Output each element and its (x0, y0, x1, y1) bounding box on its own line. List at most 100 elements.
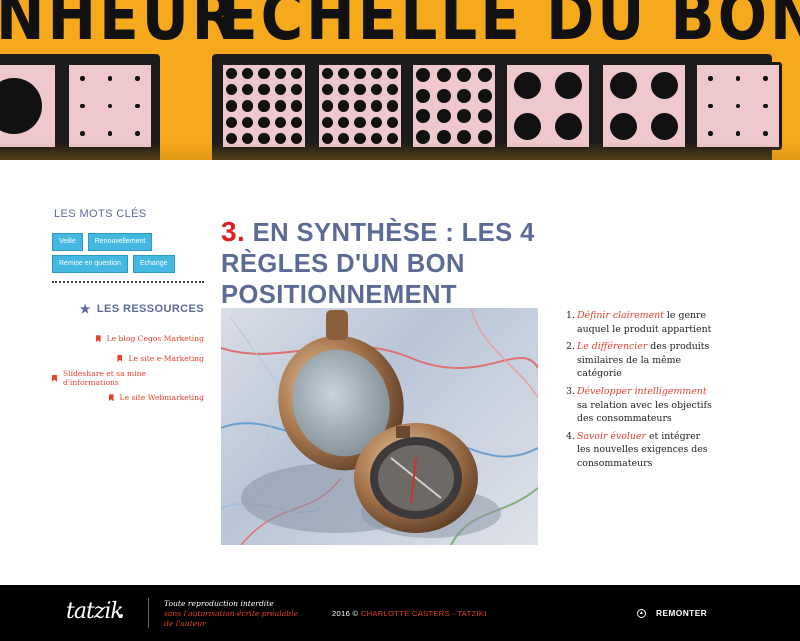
dice-dot (763, 131, 768, 136)
rule-item: 3. Développer intelligemment sa relation… (566, 385, 716, 426)
legal-line-3: de l'auteur (164, 619, 206, 628)
rule-item: 1. Définir clairement le genre auquel le… (566, 309, 716, 336)
legal-notice: Toute reproduction interdite sans l'auto… (164, 599, 298, 629)
dice-dot (370, 116, 382, 128)
dice-dot (735, 103, 741, 109)
dice-dot (225, 84, 237, 96)
copyright: 2016 © CHARLOTTE CASTERS - TATZIKI (332, 609, 487, 618)
dice-tile (694, 62, 782, 150)
dice-dot (274, 100, 286, 112)
dice-dot (354, 116, 366, 128)
dice-dot (321, 100, 333, 112)
dice-dot (708, 103, 713, 109)
dice-dot (457, 88, 472, 103)
dice-dot (735, 76, 741, 81)
dice-tile (600, 62, 688, 150)
dice-tile (410, 62, 498, 150)
dice-dot (457, 109, 472, 124)
copyright-author-link[interactable]: CHARLOTTE CASTERS - TATZIKI (361, 609, 487, 618)
back-to-top-button[interactable]: ▲ REMONTER (637, 608, 707, 618)
rule-item: 2. Le différencier des produits similair… (566, 340, 716, 381)
resource-label[interactable]: Le site Webmarketing (120, 393, 204, 402)
dice-tile (220, 62, 308, 150)
dice-dot (291, 84, 303, 96)
legal-line-2: sans l'autorisation écrite préalable (164, 609, 299, 618)
dice-dot (135, 103, 140, 109)
dice-dot (763, 76, 768, 81)
legal-line-1: Toute reproduction interdite (164, 599, 274, 608)
dice-dot (225, 116, 237, 128)
dice-dot (291, 116, 303, 128)
rules-list: 1. Définir clairement le genre auquel le… (566, 309, 716, 475)
dice-tile (504, 62, 592, 150)
dice-dot (354, 100, 366, 112)
dice-dot (258, 84, 270, 96)
dice-dot (291, 67, 303, 79)
dice-dot (80, 131, 85, 136)
dice-dot (477, 88, 492, 103)
logo-dot (120, 614, 123, 617)
dice-dot (387, 67, 399, 79)
tag-echange[interactable]: Echange (132, 255, 175, 273)
dice-dot (338, 100, 350, 112)
dice-dot (416, 88, 431, 103)
dice-dot (477, 68, 492, 83)
rule-number: 4. (566, 430, 575, 442)
dice-dot (321, 84, 333, 96)
dice-dot (107, 76, 113, 81)
footer-divider (148, 598, 149, 628)
rule-body: Développer intelligemment sa relation av… (577, 385, 716, 426)
section-title: EN SYNTHÈSE : LES 4 RÈGLES D'UN BON POSI… (221, 219, 535, 309)
dice-tile (316, 62, 404, 150)
resource-label[interactable]: Le site e-Marketing (128, 354, 204, 363)
dice-dot (258, 116, 270, 128)
page-title: 3. EN SYNTHÈSE : LES 4 RÈGLES D'UN BON P… (221, 216, 641, 311)
rule-number: 1. (566, 310, 575, 321)
dice-dot (763, 103, 768, 109)
dice-dot (80, 76, 85, 81)
rule-number: 2. (566, 341, 575, 353)
resource-label[interactable]: Le blog Cegos Marketing (107, 334, 204, 343)
dice-dot (242, 100, 254, 112)
tag-renouvellement[interactable]: Renouvellement (87, 233, 153, 251)
dice-dot (225, 67, 237, 79)
resource-link-e-marketing[interactable]: Le site e-Marketing (52, 349, 204, 369)
dice-dot (338, 84, 350, 96)
dice-dot (708, 131, 713, 136)
dice-dot (321, 116, 333, 128)
dice-dot (338, 67, 350, 79)
rule-body: Définir clairement le genre auquel le pr… (577, 309, 716, 336)
dice-dot (457, 68, 472, 83)
dice-dot (387, 84, 399, 96)
resource-label[interactable]: Slideshare et sa mine d'informations (63, 369, 204, 387)
compass-illustration (221, 308, 538, 545)
hero-title-right: ÉCHELLE DU BONHEUR (218, 0, 800, 56)
rule-text: sa relation avec les objectifs des conso… (577, 399, 712, 425)
compass-on-map-image (221, 308, 538, 545)
dice-dot (387, 100, 399, 112)
tatziki-logo[interactable]: tatzik (66, 599, 124, 624)
rule-highlight: Savoir évoluer (577, 430, 646, 442)
resource-link-webmarketing[interactable]: Le site Webmarketing (52, 388, 204, 408)
rule-highlight: Développer intelligemment (577, 385, 707, 397)
dice-dot (436, 68, 451, 83)
dice-dot (242, 67, 254, 79)
dice-dot (258, 67, 270, 79)
dice-dot (708, 76, 713, 81)
tag-remise-en-question[interactable]: Remise en question (52, 255, 128, 273)
dice-dot (0, 78, 42, 134)
resources-heading: ★ LES RESSOURCES (52, 303, 204, 315)
rule-body: Savoir évoluer et intégrer les nouvelles… (577, 430, 716, 471)
dotted-divider (52, 281, 204, 283)
bookmark-icon (95, 335, 101, 343)
sidebar: LES MOTS CLÉS Veille Renouvellement Remi… (52, 208, 204, 408)
tag-veille[interactable]: Veille (52, 233, 83, 251)
resource-link-cegos[interactable]: Le blog Cegos Marketing (52, 329, 204, 349)
dice-dot (242, 84, 254, 96)
rule-number: 3. (566, 385, 575, 397)
resource-link-slideshare[interactable]: Slideshare et sa mine d'informations (52, 368, 204, 388)
resources-list: Le blog Cegos Marketing Le site e-Market… (52, 329, 204, 408)
arrow-up-circle-icon: ▲ (637, 608, 646, 618)
dice-dot (225, 100, 237, 112)
dice-dot (370, 84, 382, 96)
